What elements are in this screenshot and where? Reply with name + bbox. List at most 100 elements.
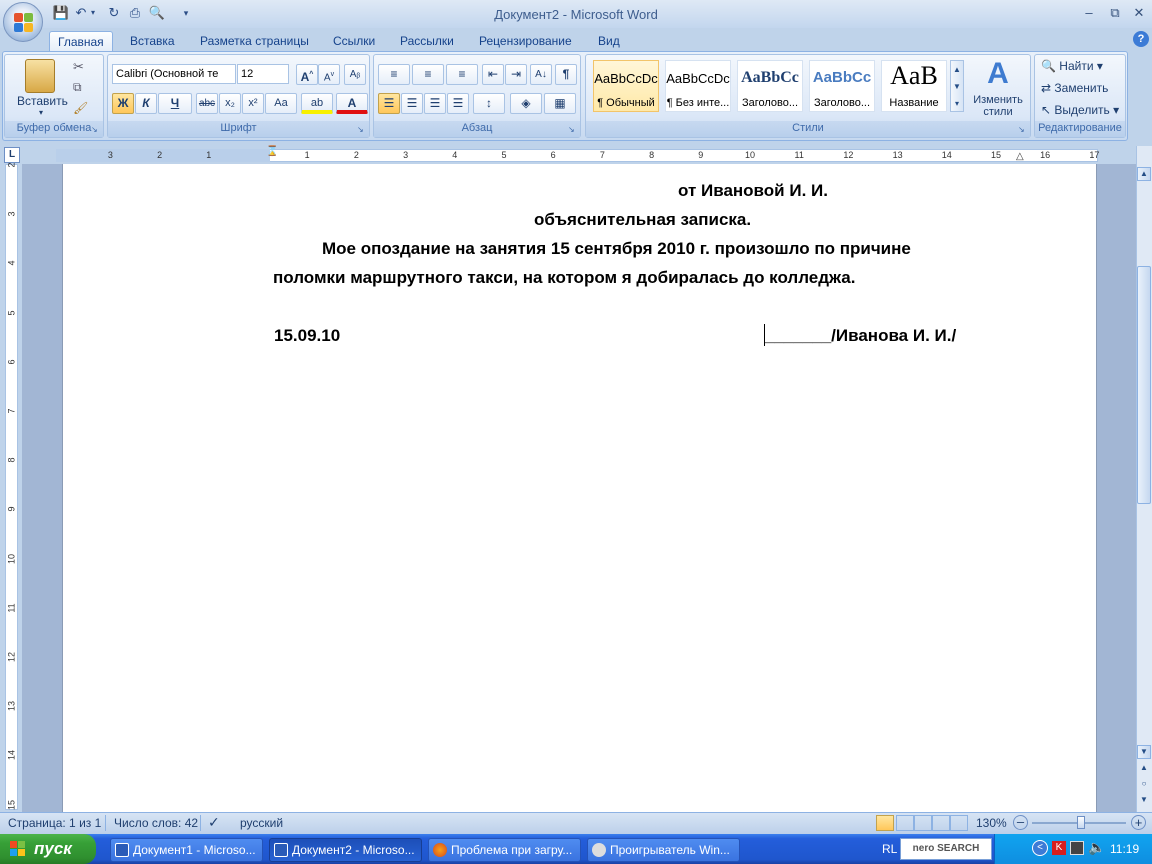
paste-icon[interactable]: [25, 59, 55, 93]
scroll-thumb[interactable]: [1137, 266, 1151, 504]
italic-button[interactable]: К: [135, 93, 157, 114]
outline-view-icon[interactable]: [932, 815, 950, 831]
sort-icon[interactable]: A↓: [530, 64, 552, 85]
ruler-number: 7: [599, 150, 605, 160]
tab-references[interactable]: Ссылки: [325, 31, 383, 52]
style-normal[interactable]: AaBbCcDc ¶ Обычный: [593, 60, 659, 112]
copy-icon[interactable]: ⧉: [73, 80, 82, 95]
scroll-down-icon[interactable]: ▼: [1137, 745, 1151, 759]
document-page[interactable]: от Ивановой И. И. объяснительная записка…: [62, 164, 1097, 812]
format-painter-icon[interactable]: 🖌: [73, 101, 88, 115]
office-button[interactable]: [3, 2, 43, 42]
clear-format-icon[interactable]: Aᵦ: [344, 64, 366, 85]
decrease-indent-icon[interactable]: ⇤: [482, 64, 504, 85]
status-words[interactable]: Число слов: 42: [114, 816, 198, 830]
scroll-up-icon[interactable]: ▲: [1137, 167, 1151, 181]
increase-indent-icon[interactable]: ⇥: [505, 64, 527, 85]
close-button[interactable]: ✕: [1128, 3, 1150, 23]
volume-icon[interactable]: 🔈: [1088, 839, 1105, 856]
find-button[interactable]: 🔍 Найти ▾: [1041, 59, 1103, 73]
tab-insert[interactable]: Вставка: [122, 31, 183, 52]
clipboard-group: Вставить ▾ ✂ ⧉ 🖌 Буфер обмена ↘: [4, 54, 104, 138]
browse-object-icon[interactable]: ○: [1137, 778, 1151, 792]
clock[interactable]: 11:19: [1110, 842, 1139, 856]
font-name-combo[interactable]: Calibri (Основной те: [112, 64, 236, 84]
antivirus-icon[interactable]: K: [1052, 841, 1066, 855]
task-firefox[interactable]: Проблема при загру...: [428, 838, 581, 862]
task-media-player[interactable]: Проигрыватель Win...: [587, 838, 740, 862]
superscript-button[interactable]: x²: [242, 93, 264, 114]
change-styles-icon[interactable]: A: [982, 58, 1014, 90]
align-center-icon[interactable]: ☰: [401, 93, 423, 114]
print-layout-view-icon[interactable]: [876, 815, 894, 831]
select-button[interactable]: ↖ Выделить ▾: [1041, 103, 1119, 117]
paste-button[interactable]: Вставить: [17, 94, 68, 108]
styles-launcher-icon[interactable]: ↘: [1018, 125, 1028, 135]
tab-page-layout[interactable]: Разметка страницы: [192, 31, 317, 52]
zoom-in-icon[interactable]: +: [1131, 815, 1146, 830]
tab-review[interactable]: Рецензирование: [471, 31, 580, 52]
styles-scroll-icon[interactable]: ▲ ▼ ▾: [950, 60, 964, 112]
font-color-icon[interactable]: A: [336, 93, 368, 114]
shrink-font-button[interactable]: Av: [318, 64, 340, 85]
tab-home[interactable]: Главная: [49, 31, 113, 52]
next-page-icon[interactable]: ▼: [1137, 794, 1151, 808]
ruler-number: 17: [1089, 150, 1100, 160]
draft-view-icon[interactable]: [950, 815, 968, 831]
font-size-combo[interactable]: 12: [237, 64, 289, 84]
task-label: Документ1 - Microso...: [133, 843, 256, 857]
prev-page-icon[interactable]: ▲: [1137, 762, 1151, 776]
change-case-button[interactable]: Aa: [265, 93, 297, 114]
right-indent-marker-icon[interactable]: △: [1016, 151, 1024, 162]
nero-search-box[interactable]: nero SEARCH: [900, 838, 992, 860]
help-icon[interactable]: ?: [1133, 31, 1149, 47]
bold-button[interactable]: Ж: [112, 93, 134, 114]
style-heading1[interactable]: AaBbCc Заголово...: [737, 60, 803, 112]
highlight-icon[interactable]: ab: [301, 93, 333, 114]
full-screen-view-icon[interactable]: [896, 815, 914, 831]
grow-font-button[interactable]: A^: [296, 64, 318, 85]
line-spacing-icon[interactable]: ↕: [473, 93, 505, 114]
numbering-icon[interactable]: ≡: [412, 64, 444, 85]
tray-expand-icon[interactable]: <: [1032, 840, 1048, 856]
replace-button[interactable]: ⇄ Заменить: [1041, 81, 1108, 95]
paste-dropdown-icon[interactable]: ▾: [39, 108, 43, 117]
zoom-slider-thumb[interactable]: [1077, 816, 1085, 829]
language-indicator[interactable]: RL: [882, 842, 897, 856]
zoom-out-icon[interactable]: –: [1013, 815, 1028, 830]
strikethrough-button[interactable]: abc: [196, 93, 218, 114]
subscript-button[interactable]: x₂: [219, 93, 241, 114]
start-button[interactable]: пуск: [0, 834, 96, 864]
tab-mailings[interactable]: Рассылки: [392, 31, 462, 52]
status-language[interactable]: русский: [240, 816, 283, 830]
align-right-icon[interactable]: ☰: [424, 93, 446, 114]
network-icon[interactable]: [1070, 841, 1084, 855]
font-launcher-icon[interactable]: ↘: [357, 125, 367, 135]
indent-marker-icon[interactable]: ⌛: [266, 146, 278, 157]
show-marks-icon[interactable]: ¶: [555, 64, 577, 85]
clipboard-launcher-icon[interactable]: ↘: [91, 125, 101, 135]
multilevel-list-icon[interactable]: ≡: [446, 64, 478, 85]
shading-icon[interactable]: ◈: [510, 93, 542, 114]
restore-button[interactable]: ⧉: [1104, 3, 1126, 23]
borders-icon[interactable]: ▦: [544, 93, 576, 114]
tab-view[interactable]: Вид: [590, 31, 628, 52]
cut-icon[interactable]: ✂: [73, 59, 84, 75]
paragraph-launcher-icon[interactable]: ↘: [568, 125, 578, 135]
style-no-spacing[interactable]: AaBbCcDc ¶ Без инте...: [665, 60, 731, 112]
ruler-number: 1: [206, 150, 212, 160]
bullets-icon[interactable]: ≡: [378, 64, 410, 85]
style-title[interactable]: AaB Название: [881, 60, 947, 112]
proofing-icon[interactable]: ✓: [208, 814, 220, 831]
underline-button[interactable]: Ч: [158, 93, 192, 114]
align-left-icon[interactable]: ☰: [378, 93, 400, 114]
change-styles-button[interactable]: Изменить стили: [968, 94, 1028, 118]
zoom-level[interactable]: 130%: [976, 816, 1007, 830]
status-page[interactable]: Страница: 1 из 1: [8, 816, 101, 830]
justify-icon[interactable]: ☰: [447, 93, 469, 114]
web-view-icon[interactable]: [914, 815, 932, 831]
task-document1[interactable]: Документ1 - Microso...: [110, 838, 263, 862]
style-heading2[interactable]: AaBbCc Заголово...: [809, 60, 875, 112]
task-document2[interactable]: Документ2 - Microso...: [269, 838, 422, 862]
minimize-button[interactable]: –: [1078, 3, 1100, 23]
